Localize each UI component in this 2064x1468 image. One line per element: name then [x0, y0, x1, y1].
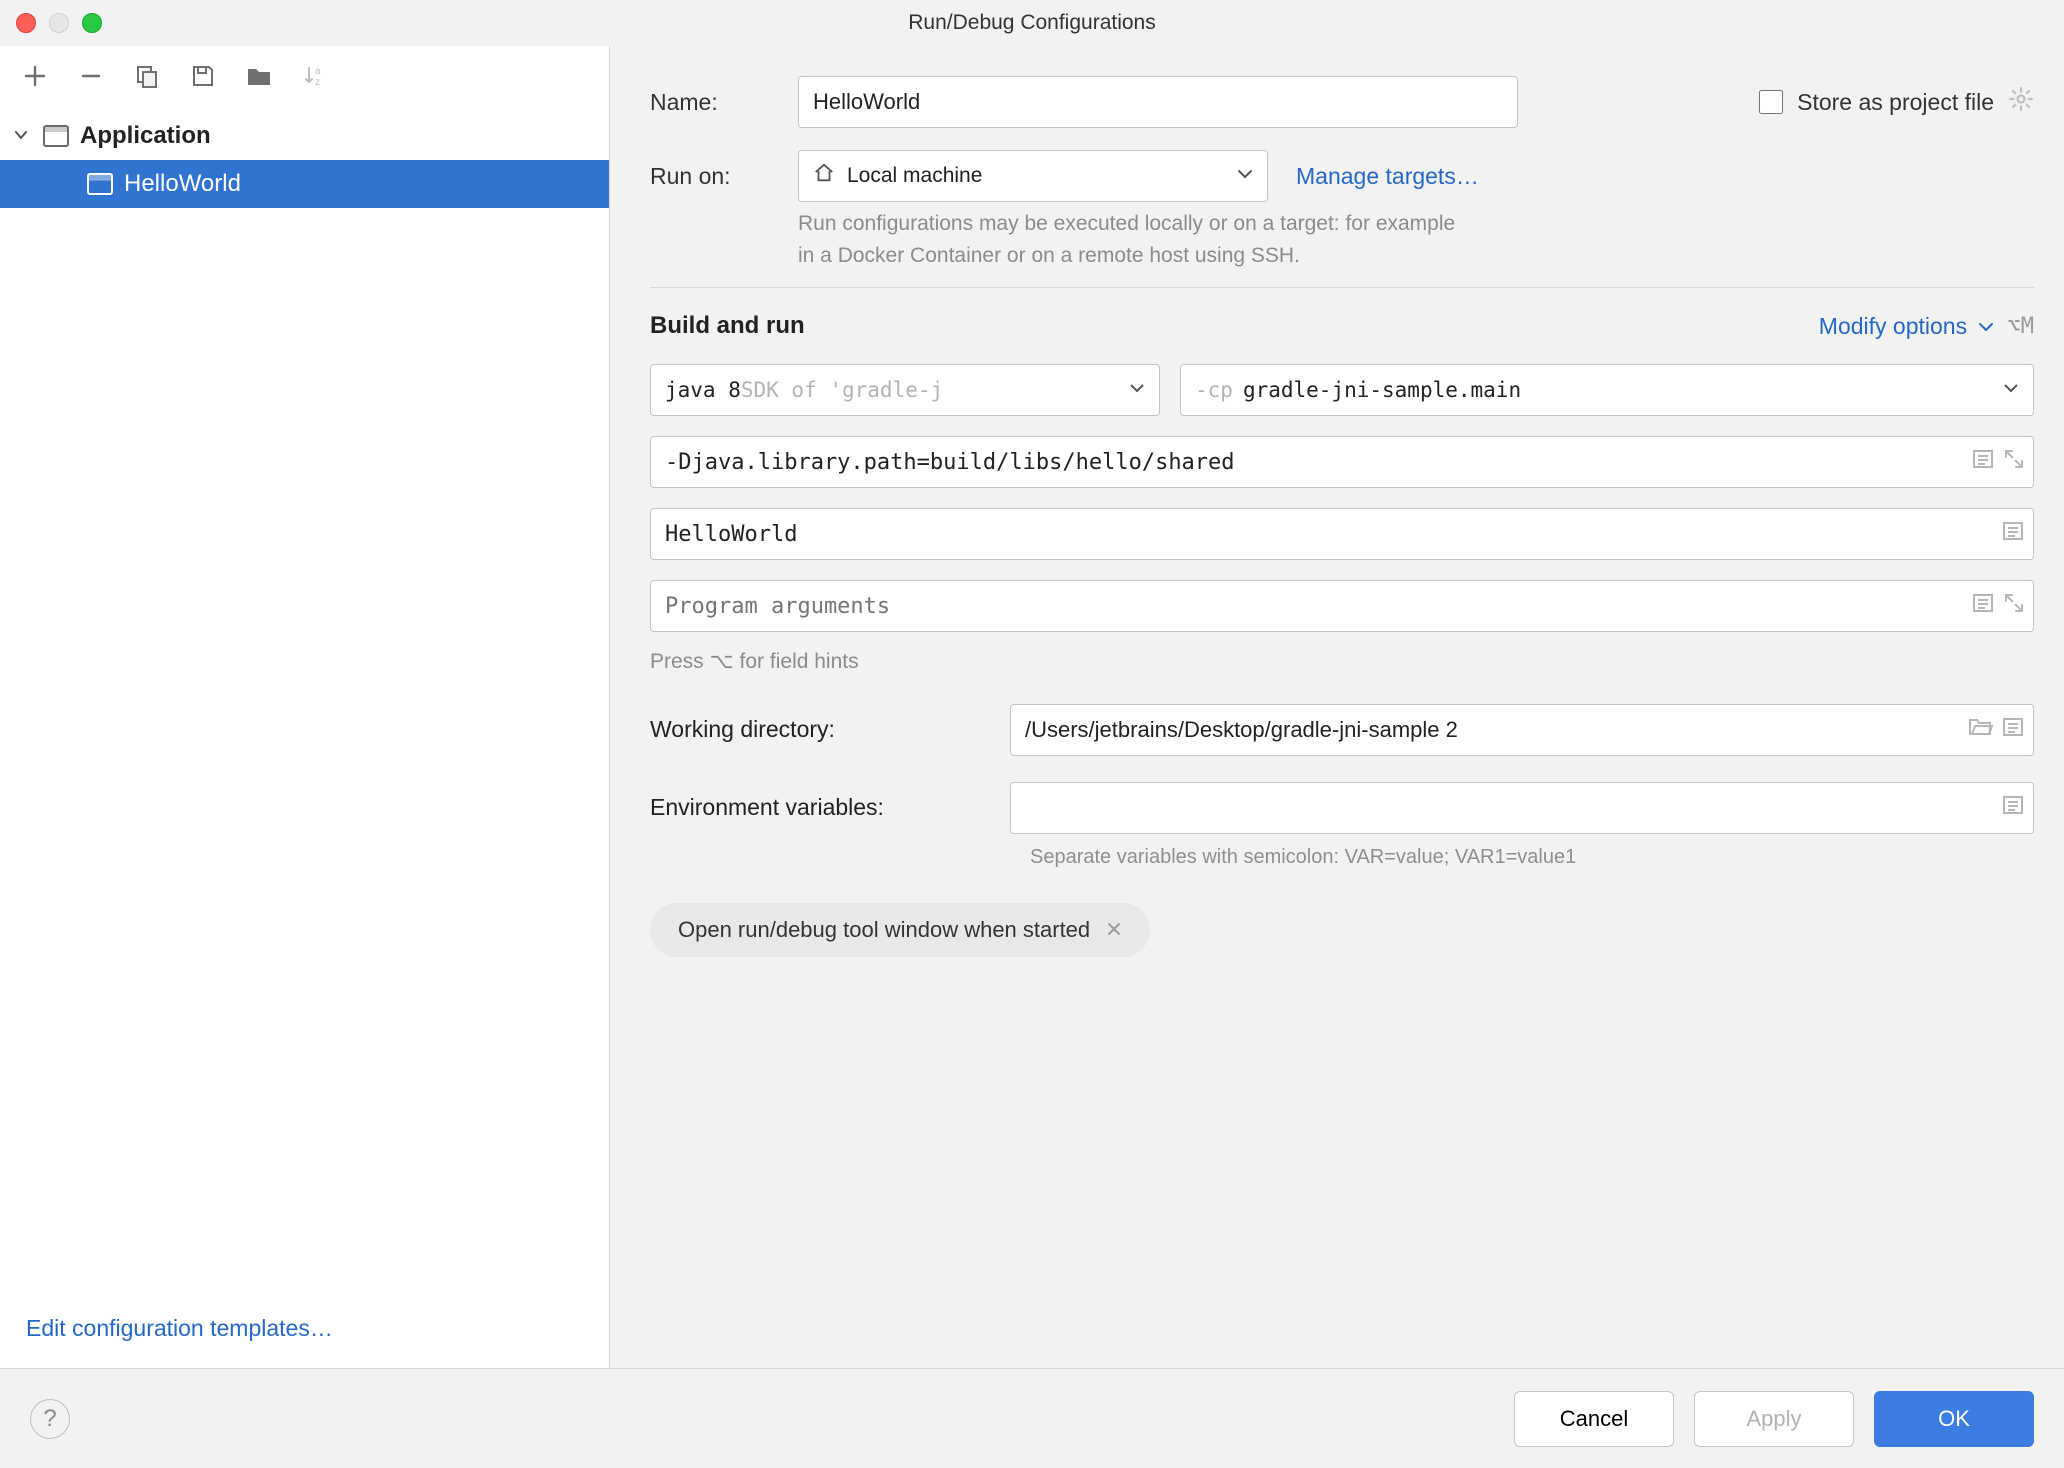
copy-config-button[interactable]: [132, 61, 162, 91]
divider: [650, 287, 2034, 288]
edit-templates-link[interactable]: Edit configuration templates…: [26, 1315, 333, 1341]
svg-text:a: a: [315, 66, 321, 77]
vm-options-row: [650, 436, 2034, 488]
configuration-form: Name: Store as project file Run on: Loca: [610, 46, 2064, 1368]
modify-options: Modify options ⌥M: [1819, 313, 2034, 340]
application-type-icon: [86, 170, 114, 198]
jdk-dropdown[interactable]: java 8 SDK of 'gradle-j: [650, 364, 1160, 416]
name-row: Name: Store as project file: [650, 76, 2034, 128]
tree-group-application[interactable]: Application: [0, 112, 609, 160]
list-icon[interactable]: [1972, 448, 1994, 476]
cp-prefix: -cp: [1195, 378, 1233, 402]
expand-icon[interactable]: [2004, 593, 2024, 619]
home-icon: [813, 162, 835, 190]
store-as-project-file-label: Store as project file: [1797, 89, 1994, 116]
remove-config-button[interactable]: [76, 61, 106, 91]
chevron-down-icon: [1129, 378, 1145, 402]
runon-dropdown[interactable]: Local machine: [798, 150, 1268, 202]
name-label: Name:: [650, 89, 798, 116]
list-icon[interactable]: [2002, 716, 2024, 744]
working-directory-input[interactable]: [1010, 704, 2034, 756]
vm-options-icons: [1972, 436, 2024, 488]
build-and-run-body: java 8 SDK of 'gradle-j -cp gradle-jni-s…: [650, 364, 2034, 678]
runon-hint-line2: in a Docker Container or on a remote hos…: [798, 240, 2034, 272]
config-tree[interactable]: Application HelloWorld: [0, 106, 609, 1295]
footer-buttons: Cancel Apply OK: [1514, 1391, 2034, 1447]
program-args-input[interactable]: [650, 580, 2034, 632]
dialog-footer: ? Cancel Apply OK: [0, 1368, 2064, 1468]
window-title: Run/Debug Configurations: [0, 11, 2064, 35]
main-class-row: [650, 508, 2034, 560]
program-args-icons: [1972, 580, 2024, 632]
jdk-cp-row: java 8 SDK of 'gradle-j -cp gradle-jni-s…: [650, 364, 2034, 416]
save-config-button[interactable]: [188, 61, 218, 91]
classpath-dropdown[interactable]: -cp gradle-jni-sample.main: [1180, 364, 2034, 416]
main-class-icons: [2002, 508, 2024, 560]
application-type-icon: [42, 122, 70, 150]
section-title: Build and run: [650, 312, 805, 340]
gear-icon[interactable]: [2008, 86, 2034, 118]
runon-value: Local machine: [847, 164, 982, 188]
chip-label: Open run/debug tool window when started: [678, 917, 1090, 943]
list-icon[interactable]: [1972, 592, 1994, 620]
cp-value: gradle-jni-sample.main: [1243, 378, 1521, 402]
field-hints: Press ⌥ for field hints: [650, 646, 2034, 678]
dialog-body: az Application HelloWorl: [0, 46, 2064, 1368]
tree-group-label: Application: [80, 122, 211, 150]
jdk-tail: SDK of 'gradle-j: [741, 378, 943, 402]
vm-options-input[interactable]: [650, 436, 2034, 488]
chevron-down-icon: [10, 122, 32, 150]
environment-variables-label: Environment variables:: [650, 794, 1010, 821]
run-debug-configurations-window: Run/Debug Configurations: [0, 0, 2064, 1468]
store-as-project-file: Store as project file: [1759, 86, 2034, 118]
jdk-value: java 8: [665, 378, 741, 402]
close-icon[interactable]: [1106, 917, 1122, 943]
environment-variables-input[interactable]: [1010, 782, 2034, 834]
chevron-down-icon: [2003, 378, 2019, 402]
main-class-input[interactable]: [650, 508, 2034, 560]
ok-button[interactable]: OK: [1874, 1391, 2034, 1447]
list-icon[interactable]: [2002, 794, 2024, 822]
modify-options-label: Modify options: [1819, 313, 1967, 339]
apply-button: Apply: [1694, 1391, 1854, 1447]
sort-config-button[interactable]: az: [300, 61, 330, 91]
build-and-run-header: Build and run Modify options ⌥M: [650, 312, 2034, 340]
working-directory-label: Working directory:: [650, 716, 1010, 743]
list-icon[interactable]: [2002, 520, 2024, 548]
cancel-button[interactable]: Cancel: [1514, 1391, 1674, 1447]
store-as-project-file-checkbox[interactable]: [1759, 90, 1783, 114]
svg-text:z: z: [315, 77, 320, 88]
env-hint: Separate variables with semicolon: VAR=v…: [1030, 846, 2034, 869]
program-args-row: [650, 580, 2034, 632]
edit-templates-row: Edit configuration templates…: [0, 1295, 609, 1368]
working-dir-icons: [1968, 704, 2024, 756]
modify-options-shortcut: ⌥M: [2008, 314, 2035, 339]
runon-label: Run on:: [650, 163, 798, 190]
env-icons: [2002, 782, 2024, 834]
environment-variables-row: Environment variables:: [650, 782, 2034, 834]
manage-targets-link[interactable]: Manage targets…: [1296, 163, 1479, 190]
help-button[interactable]: ?: [30, 1399, 70, 1439]
folder-open-icon[interactable]: [1968, 717, 1992, 743]
add-config-button[interactable]: [20, 61, 50, 91]
configurations-sidebar: az Application HelloWorl: [0, 46, 610, 1368]
expand-icon[interactable]: [2004, 449, 2024, 475]
name-input[interactable]: [798, 76, 1518, 128]
working-directory-row: Working directory:: [650, 704, 2034, 756]
titlebar: Run/Debug Configurations: [0, 0, 2064, 46]
chevron-down-icon: [1237, 164, 1253, 188]
runon-row: Run on: Local machine Manage targets…: [650, 150, 2034, 202]
tree-item-label: HelloWorld: [124, 170, 241, 198]
runon-hint-line1: Run configurations may be executed local…: [798, 208, 2034, 240]
open-tool-window-chip[interactable]: Open run/debug tool window when started: [650, 903, 1150, 957]
runon-hint: Run configurations may be executed local…: [798, 208, 2034, 271]
folder-config-button[interactable]: [244, 61, 274, 91]
tree-item-helloworld[interactable]: HelloWorld: [0, 160, 609, 208]
modify-options-link[interactable]: Modify options: [1819, 313, 1994, 340]
sidebar-toolbar: az: [0, 46, 609, 106]
